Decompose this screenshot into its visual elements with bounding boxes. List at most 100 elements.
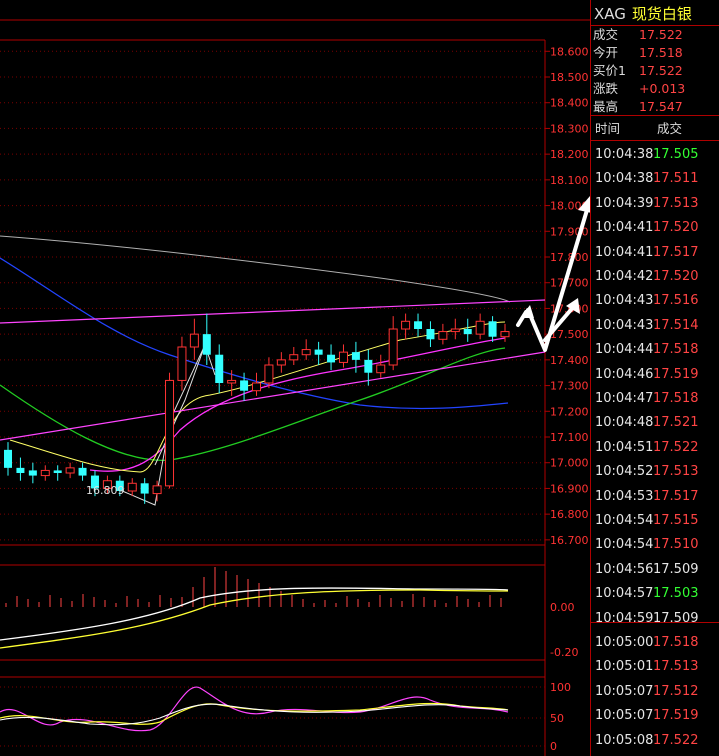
candle-body bbox=[140, 483, 149, 494]
tick-row[interactable]: 10:04:56 17.509 bbox=[591, 558, 719, 582]
tick-time: 10:04:41 bbox=[595, 244, 654, 260]
tick-row[interactable]: 10:04:42 17.520 bbox=[591, 265, 719, 289]
tick-time: 10:05:00 bbox=[595, 635, 654, 650]
arrow-head bbox=[520, 305, 534, 318]
tick-row[interactable]: 10:04:43 17.514 bbox=[591, 314, 719, 338]
quote-label: 成交 bbox=[593, 27, 619, 42]
candle-body bbox=[314, 349, 323, 355]
macd-panel: 0.00 -0.20 bbox=[0, 567, 578, 659]
price-axis-label: 18.200 bbox=[550, 148, 589, 161]
candle-body bbox=[177, 346, 187, 381]
tick-price: 17.519 bbox=[653, 366, 699, 382]
kdj-panel: 100 50 0 bbox=[0, 681, 571, 753]
candle-body bbox=[351, 352, 360, 360]
quote-value: 17.522 bbox=[639, 27, 683, 42]
tick-row[interactable]: 10:04:43 17.516 bbox=[591, 289, 719, 313]
tick-row[interactable]: 10:04:46 17.519 bbox=[591, 363, 719, 387]
candle bbox=[28, 462, 37, 484]
candle-body bbox=[401, 320, 411, 330]
candle-body bbox=[28, 470, 37, 476]
candle-body bbox=[426, 329, 435, 340]
candle bbox=[177, 336, 187, 391]
quote-side-panel: XAG 现货白银 成交 17.522 今开 17.518 买价1 17.522 涨跌 +0.01… bbox=[590, 0, 719, 756]
tick-time: 10:04:42 bbox=[595, 269, 654, 284]
tick-row[interactable]: 10:05:07 17.519 bbox=[591, 704, 719, 728]
quote-label: 最高 bbox=[593, 99, 619, 114]
quote-value: 17.547 bbox=[639, 99, 683, 114]
candle-body bbox=[475, 320, 485, 335]
candle-body bbox=[289, 354, 299, 361]
candle bbox=[401, 313, 411, 340]
candle-body bbox=[276, 359, 286, 366]
tick-time: 10:04:51 bbox=[595, 439, 654, 455]
candle bbox=[276, 352, 286, 373]
tick-row[interactable]: 10:05:08 17.522 bbox=[591, 729, 719, 753]
tick-price: 17.520 bbox=[653, 220, 699, 236]
tick-row[interactable]: 10:04:51 17.522 bbox=[591, 436, 719, 460]
tick-row[interactable]: 10:04:38 17.511 bbox=[591, 167, 719, 191]
tick-row[interactable]: 10:04:53 17.517 bbox=[591, 485, 719, 509]
tick-time: 10:04:59 bbox=[595, 610, 654, 626]
tick-row[interactable]: 10:04:39 17.513 bbox=[591, 192, 719, 216]
tick-time: 10:04:44 bbox=[595, 342, 654, 358]
quote-row: 买价1 17.522 bbox=[593, 62, 718, 80]
candle bbox=[16, 457, 25, 481]
tick-price: 17.512 bbox=[653, 683, 699, 699]
tick-price: 17.518 bbox=[653, 391, 699, 406]
tick-price: 17.520 bbox=[653, 269, 699, 284]
candle bbox=[78, 462, 87, 481]
tick-row[interactable]: 10:04:44 17.518 bbox=[591, 338, 719, 362]
candle bbox=[314, 341, 323, 365]
candle-body bbox=[327, 354, 336, 363]
tick-row[interactable]: 10:05:01 17.513 bbox=[591, 655, 719, 679]
tick-row[interactable]: 10:04:54 17.515 bbox=[591, 509, 719, 533]
tick-row[interactable]: 10:04:57 17.503 bbox=[591, 582, 719, 606]
candlestick-chart[interactable]: 18.60018.50018.40018.30018.20018.10018.0… bbox=[0, 0, 590, 756]
tick-row[interactable]: 10:05:00 17.518 bbox=[591, 631, 719, 655]
candle-body bbox=[500, 331, 510, 338]
divider bbox=[591, 140, 719, 141]
candle-body bbox=[227, 379, 237, 384]
tick-price: 17.513 bbox=[653, 659, 699, 675]
candle-body bbox=[414, 321, 423, 329]
candle bbox=[301, 339, 311, 360]
candle-body bbox=[53, 470, 62, 473]
price-axis-label: 18.600 bbox=[550, 45, 589, 58]
ma-green-line bbox=[0, 347, 506, 461]
tick-row[interactable]: 10:04:38 17.505 bbox=[591, 143, 719, 167]
tick-time: 10:04:54 bbox=[595, 513, 654, 528]
divider bbox=[591, 622, 719, 623]
macd-axis-label: 0.00 bbox=[550, 601, 575, 614]
tick-price: 17.514 bbox=[653, 317, 699, 333]
tick-price: 17.521 bbox=[653, 415, 699, 431]
candle bbox=[152, 480, 162, 502]
price-axis-label: 17.300 bbox=[550, 380, 589, 393]
tick-row[interactable]: 10:04:47 17.518 bbox=[591, 387, 719, 411]
price-axis-label: 17.100 bbox=[550, 431, 589, 444]
price-axis-label: 18.100 bbox=[550, 174, 589, 187]
price-column-header: 成交 bbox=[657, 121, 683, 136]
tick-row[interactable]: 10:04:52 17.513 bbox=[591, 460, 719, 484]
candle-body bbox=[152, 485, 162, 495]
candle bbox=[127, 478, 137, 497]
tick-row[interactable]: 10:05:07 17.512 bbox=[591, 680, 719, 704]
quote-label: 今开 bbox=[593, 45, 619, 60]
kdj-axis-label: 50 bbox=[550, 712, 564, 725]
tick-row[interactable]: 10:04:48 17.521 bbox=[591, 411, 719, 435]
low-price-label: 16.809 bbox=[86, 484, 125, 497]
tick-row[interactable]: 10:04:54 17.510 bbox=[591, 533, 719, 557]
candle-body bbox=[388, 328, 398, 366]
tick-price: 17.519 bbox=[653, 708, 699, 724]
ma-grey-line bbox=[0, 235, 511, 303]
tick-time: 10:04:47 bbox=[595, 391, 654, 406]
candle bbox=[165, 372, 175, 489]
tick-time: 10:05:01 bbox=[595, 659, 654, 675]
candle-body bbox=[40, 469, 50, 477]
tick-row[interactable]: 10:04:59 17.509 bbox=[591, 607, 719, 631]
candle-body bbox=[165, 379, 175, 487]
candle-body bbox=[438, 331, 448, 340]
tick-time: 10:05:07 bbox=[595, 708, 654, 724]
tick-row[interactable]: 10:04:41 17.520 bbox=[591, 216, 719, 240]
tick-row[interactable]: 10:04:41 17.517 bbox=[591, 241, 719, 265]
quote-value: +0.013 bbox=[639, 81, 686, 96]
